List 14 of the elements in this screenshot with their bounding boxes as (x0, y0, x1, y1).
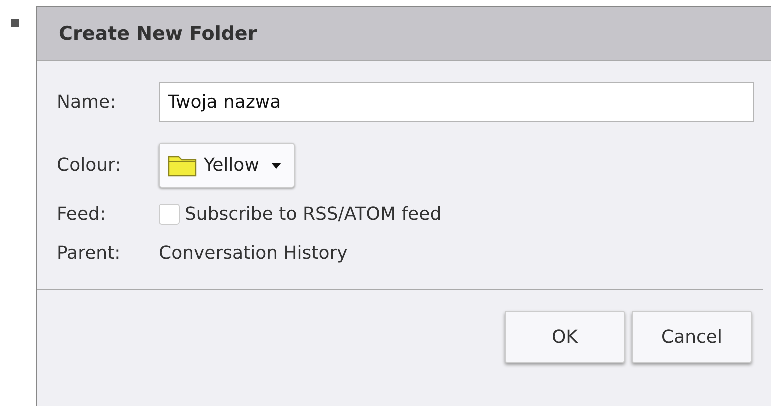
checkbox[interactable] (159, 204, 180, 225)
dialog-title: Create New Folder (59, 22, 258, 44)
bullet-icon (11, 19, 19, 27)
caret-icon (271, 162, 282, 168)
checkbox-label[interactable]: Subscribe to RSS/ATOM feed (185, 204, 442, 225)
ok-button[interactable]: OK (505, 311, 625, 363)
colour-dropdown[interactable]: Yellow (159, 143, 296, 188)
field-label: Parent: (57, 243, 122, 264)
field-label: Name: (57, 92, 118, 112)
parent-value: Conversation History (159, 243, 348, 264)
cancel-button[interactable]: Cancel (632, 311, 752, 363)
field-label: Colour: (57, 155, 122, 176)
field-label: Feed: (57, 204, 108, 225)
name-field[interactable]: Twoja nazwa (159, 82, 754, 122)
